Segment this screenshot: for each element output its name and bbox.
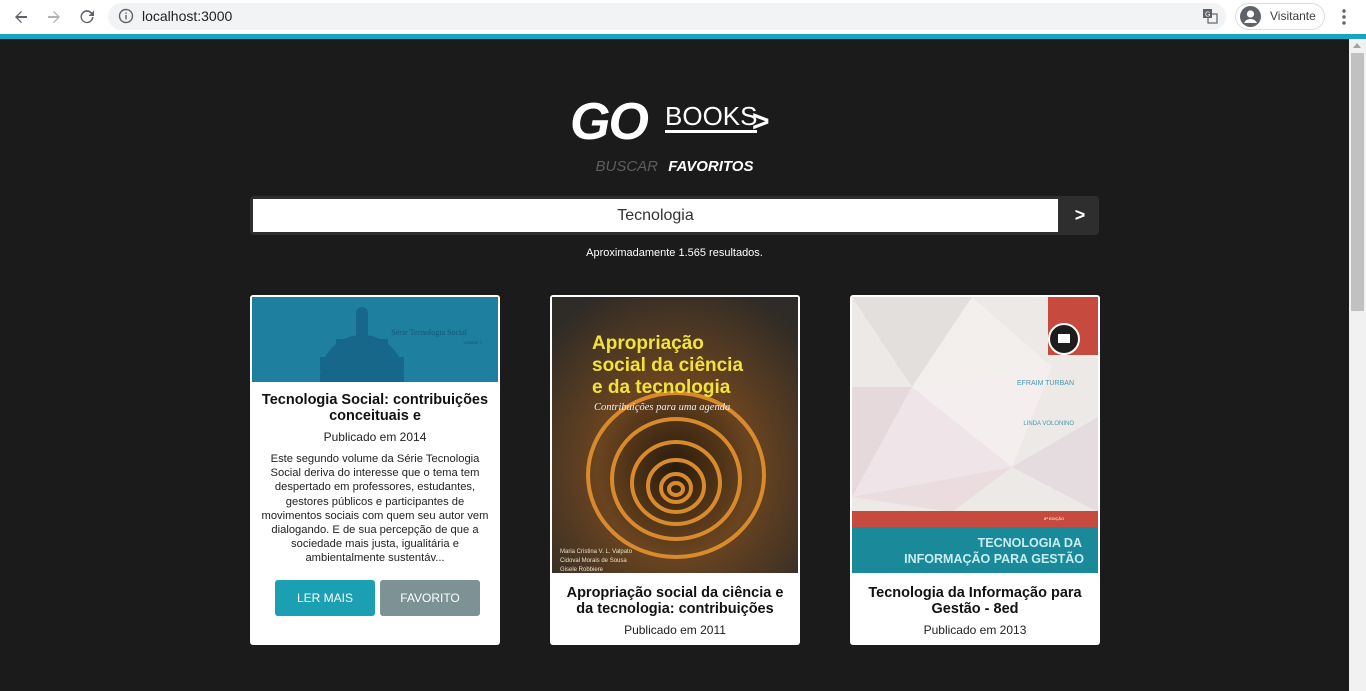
cover-author: LINDA VOLONINO xyxy=(1023,421,1074,427)
svg-text:INFORMAÇÃO PARA GESTÃO: INFORMAÇÃO PARA GESTÃO xyxy=(904,551,1084,566)
menu-buscar[interactable]: BUSCAR xyxy=(596,158,659,175)
book-title: Tecnologia da Informação para Gestão - 8… xyxy=(868,585,1082,617)
scroll-thumb[interactable] xyxy=(1351,53,1364,311)
url-text: localhost:3000 xyxy=(142,8,233,24)
book-title: Tecnologia Social: contribuições conceit… xyxy=(261,392,489,424)
main-menu: BUSCAR FAVORITOS xyxy=(0,158,1349,175)
results-count: Aproximadamente 1.565 resultados. xyxy=(586,247,763,259)
logo-arrow: > xyxy=(752,105,770,138)
profile-name: Visitante xyxy=(1270,9,1316,23)
svg-text:social da ciência: social da ciência xyxy=(592,355,743,376)
book-description: Este segundo volume da Série Tecnologia … xyxy=(261,453,489,565)
search-input[interactable] xyxy=(253,199,1058,232)
book-cover-image: Apropriação social da ciência e da tecno… xyxy=(552,297,798,573)
gobooks-logo[interactable]: GO BOOKS > xyxy=(570,92,790,152)
book-card[interactable]: EFRAIM TURBAN LINDA VOLONINO 8ª EDIÇÃO T… xyxy=(850,295,1100,645)
forward-button[interactable] xyxy=(42,5,66,29)
reload-button[interactable] xyxy=(75,5,99,29)
cover-author: Gisele Robbiere xyxy=(560,567,604,573)
cover-edition: 8ª EDIÇÃO xyxy=(1044,516,1064,521)
search-button[interactable]: > xyxy=(1061,196,1099,235)
book-cover-image: EFRAIM TURBAN LINDA VOLONINO 8ª EDIÇÃO T… xyxy=(852,297,1098,573)
cover-volume-text: volume 2 xyxy=(463,341,482,346)
address-bar[interactable]: localhost:3000 G xyxy=(108,3,1226,30)
accent-bar xyxy=(0,34,1366,39)
search-bar: > xyxy=(250,196,1099,235)
menu-favoritos[interactable]: FAVORITOS xyxy=(668,158,753,175)
scroll-up-icon[interactable] xyxy=(1353,43,1361,48)
book-cover-image: Série Tecnologia Social volume 2 xyxy=(252,297,498,382)
book-card[interactable]: Apropriação social da ciência e da tecno… xyxy=(550,295,800,645)
book-title: Apropriação social da ciência e da tecno… xyxy=(566,585,784,617)
reload-icon xyxy=(80,10,94,24)
translate-icon[interactable]: G xyxy=(1202,8,1218,24)
cover-author: EFRAIM TURBAN xyxy=(1017,380,1074,387)
more-menu-icon[interactable] xyxy=(1336,7,1352,27)
browser-toolbar: localhost:3000 G Visitante xyxy=(0,0,1366,34)
book-published: Publicado em 2011 xyxy=(624,623,726,637)
svg-text:e da tecnologia: e da tecnologia xyxy=(592,377,731,398)
svg-text:Apropriação: Apropriação xyxy=(592,333,704,354)
forward-arrow-icon xyxy=(48,11,60,23)
book-card[interactable]: Série Tecnologia Social volume 2 Tecnolo… xyxy=(250,295,500,645)
logo-go: GO xyxy=(570,93,649,151)
info-icon[interactable] xyxy=(118,8,134,24)
favorite-button[interactable]: FAVORITO xyxy=(380,580,480,616)
back-button[interactable] xyxy=(9,5,33,29)
svg-text:TECNOLOGIA DA: TECNOLOGIA DA xyxy=(978,536,1082,550)
book-published: Publicado em 2013 xyxy=(923,623,1027,637)
scrollbar[interactable] xyxy=(1349,39,1366,691)
cover-series-text: Série Tecnologia Social xyxy=(391,328,467,337)
cover-author: Cidoval Morais de Sousa xyxy=(560,558,627,564)
profile-button[interactable]: Visitante xyxy=(1235,3,1325,30)
back-arrow-icon xyxy=(15,11,27,23)
read-more-button[interactable]: LER MAIS xyxy=(275,580,375,616)
logo-books: BOOKS xyxy=(665,101,758,133)
svg-text:G: G xyxy=(1205,12,1210,19)
cover-subtitle: Contribuições para uma agenda xyxy=(594,402,730,413)
avatar-icon xyxy=(1240,6,1261,27)
cover-author: Maria Cristina V. L. Valpato xyxy=(560,549,633,555)
book-published: Publicado em 2014 xyxy=(323,430,427,444)
